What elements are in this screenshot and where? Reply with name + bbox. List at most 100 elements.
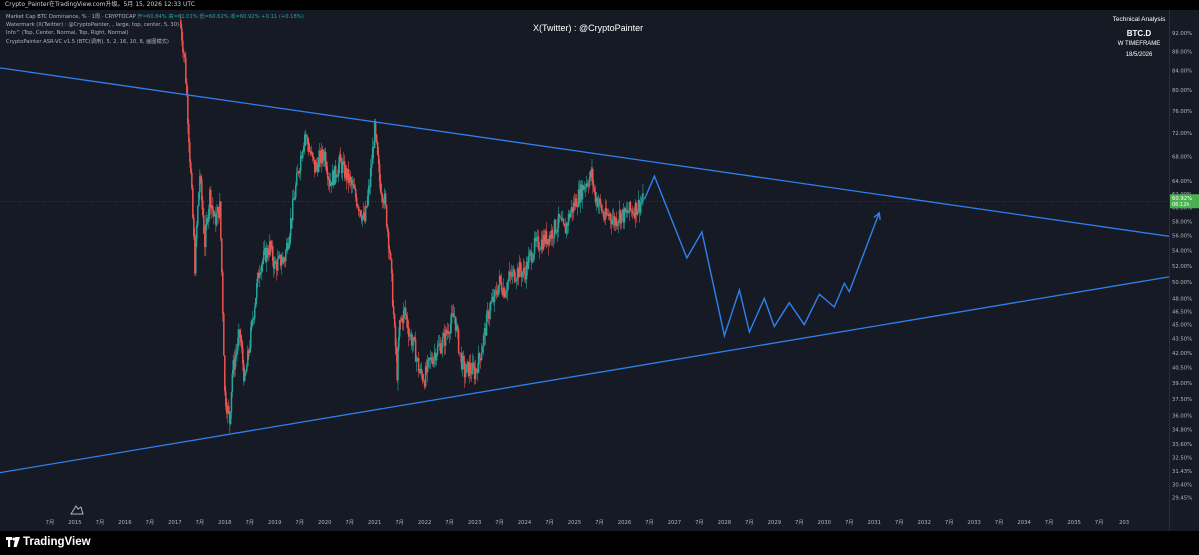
analysis-symbol: BTC.D — [1126, 29, 1152, 38]
candle-body — [205, 224, 207, 248]
candle-body — [231, 373, 234, 392]
candle-body — [281, 263, 283, 266]
x-tick-label: 2022 — [418, 520, 431, 526]
candle-body — [404, 307, 407, 316]
x-tick-label: 2027 — [668, 520, 681, 526]
trendline-upper — [0, 67, 1170, 237]
candle-body — [437, 344, 440, 346]
candle-body — [616, 223, 619, 227]
legend-indicator-info[interactable]: Info^ (Top, Center, Normal, Top, Right, … — [6, 29, 304, 37]
x-tick-label: 2035 — [1067, 520, 1080, 526]
x-tick-label: 7月 — [1045, 519, 1054, 526]
candle-body — [449, 323, 452, 334]
legend-symbol-row[interactable]: Market Cap BTC Dominance, % · 1周 · CRYPT… — [6, 13, 304, 21]
y-tick-label: 88.00% — [1172, 49, 1192, 55]
candle-body — [202, 200, 204, 216]
legend-panel: Market Cap BTC Dominance, % · 1周 · CRYPT… — [6, 13, 304, 46]
candle-body — [195, 238, 197, 274]
candle-body — [506, 282, 509, 291]
candle-body — [611, 219, 614, 225]
candle-body — [600, 204, 603, 211]
candle-body — [421, 373, 424, 381]
candle-body — [514, 281, 517, 282]
tradingview-brand[interactable]: TradingView — [23, 535, 91, 549]
candle-body — [639, 203, 642, 213]
y-tick-label: 36.00% — [1172, 414, 1192, 420]
candle-body — [497, 285, 500, 296]
candle-body — [555, 231, 558, 233]
candle-body — [371, 147, 374, 164]
candle-body — [459, 352, 462, 354]
x-tick-label: 2025 — [568, 520, 581, 526]
y-tick-label: 80.00% — [1172, 88, 1192, 94]
chart-watermark: X(Twitter) : @CryptoPainter — [533, 23, 644, 33]
candle-body — [481, 346, 484, 353]
candle-body — [222, 272, 224, 314]
candle-body — [254, 307, 256, 319]
candle-body — [478, 353, 481, 359]
candle-body — [415, 358, 418, 362]
candle-body — [295, 173, 298, 186]
candle-body — [398, 320, 401, 337]
candle-body — [398, 336, 400, 349]
candle-body — [260, 272, 262, 274]
x-tick-label: 203 — [1119, 520, 1129, 526]
x-tick-label: 7月 — [845, 519, 854, 526]
x-tick-label: 2029 — [768, 520, 781, 526]
projection-path — [643, 174, 880, 339]
tradingview-logo-icon[interactable] — [6, 536, 20, 548]
x-tick-label: 7月 — [495, 519, 504, 526]
candle-body — [435, 354, 438, 361]
candle-body — [636, 210, 639, 215]
y-tick-label: 68.00% — [1172, 154, 1192, 160]
y-tick-label: 48.00% — [1172, 296, 1192, 302]
candle-body — [554, 219, 557, 233]
candle-body — [324, 151, 327, 167]
candle-body — [317, 157, 320, 172]
candle-body — [523, 267, 526, 275]
candle-body — [387, 231, 390, 250]
candle-body — [629, 201, 632, 210]
candle-body — [393, 314, 396, 327]
candle-body — [339, 154, 342, 162]
candle-body — [224, 355, 226, 392]
candle-body — [391, 273, 394, 307]
candle-body — [563, 223, 566, 227]
candle-body — [417, 357, 420, 372]
candle-body — [532, 254, 535, 260]
current-price-countdown: 06:12h — [1172, 202, 1190, 208]
candle-body — [562, 219, 565, 224]
candle-body — [465, 364, 468, 374]
legend-indicator-asr[interactable]: CryptoPainter ASR-VC v1.5 (BTC(调用), 5, 2… — [6, 38, 304, 46]
candle-body — [413, 337, 416, 340]
candle-body — [261, 264, 263, 273]
candle-body — [507, 278, 510, 283]
candle-body — [185, 57, 187, 84]
x-tick-label: 2020 — [318, 520, 332, 526]
candle-body — [361, 215, 364, 221]
price-chart[interactable]: 29.45% 30.40% 31.43% 32.50% 33.60% 34.80% 36.0… — [0, 10, 1199, 531]
ruler-icon[interactable] — [70, 502, 84, 516]
x-tick-label: 7月 — [445, 519, 454, 526]
candle-body — [184, 53, 186, 58]
candle-body — [405, 315, 408, 319]
candle-body — [355, 197, 358, 206]
candle-body — [378, 164, 381, 182]
candle-body — [223, 313, 225, 356]
candle-body — [384, 193, 387, 206]
legend-close: 收=60.92% +0.11 (+0.18%) — [230, 14, 304, 20]
y-tick-label: 64.00% — [1172, 179, 1192, 185]
candle-body — [203, 215, 205, 234]
candle-body — [511, 271, 514, 277]
candle-body — [193, 217, 195, 237]
candle-body — [311, 152, 314, 158]
candle-body — [210, 189, 212, 209]
footer-bar — [0, 531, 1199, 555]
candle-body — [259, 272, 261, 278]
candle-body — [290, 218, 292, 236]
x-tick-label: 7月 — [695, 519, 704, 526]
candle-body — [430, 357, 433, 362]
candle-body — [576, 206, 579, 208]
legend-indicator-watermark[interactable]: Watermark (X(Twitter) : @CryptoPainter, … — [6, 21, 304, 29]
candle-body — [469, 362, 472, 372]
